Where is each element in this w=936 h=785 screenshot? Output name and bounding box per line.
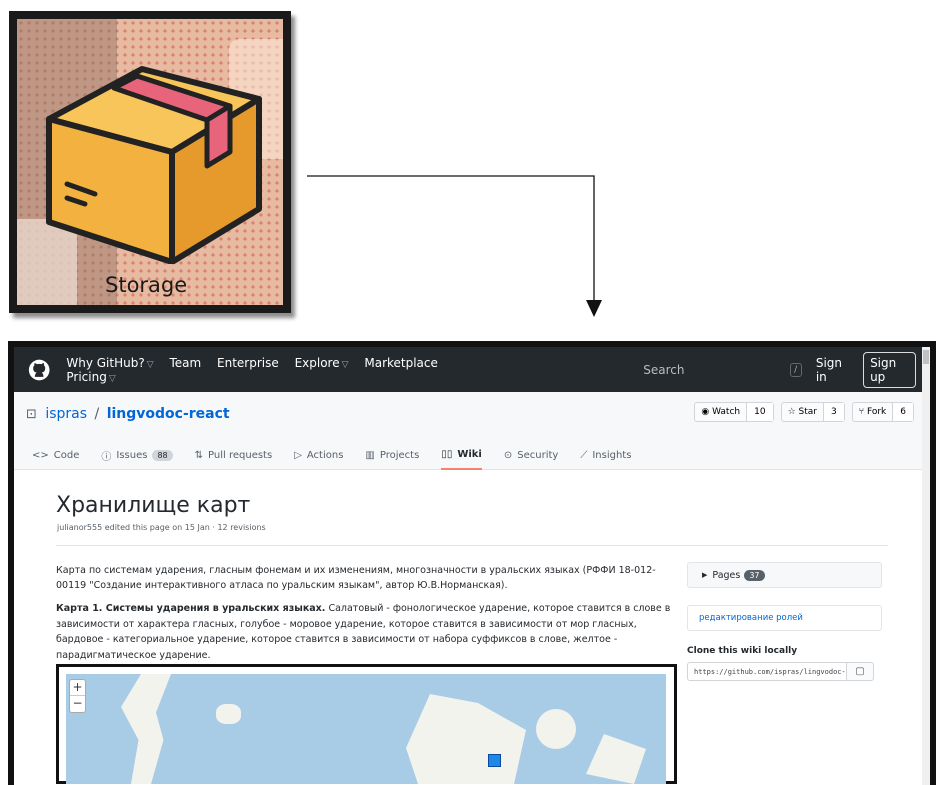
clone-row: https://github.com/ispras/lingvodoc-reac… <box>687 662 882 681</box>
map-land <box>216 704 241 724</box>
shield-icon: ⊙ <box>503 449 513 461</box>
github-header: Why GitHub? ▽ Team Enterprise Explore ▽ Ma… <box>14 347 930 392</box>
header-nav: Why GitHub? ▽ Team Enterprise Explore ▽ Ma… <box>66 356 452 384</box>
watch-button[interactable]: ◉ Watch 10 <box>694 402 774 422</box>
repo-slash: / <box>94 406 100 422</box>
map-land <box>586 734 646 784</box>
zoom-out-button[interactable]: − <box>70 696 85 712</box>
map1-heading: Карта 1. Системы ударения в уральских яз… <box>56 603 326 614</box>
graph-icon: ⟋ <box>580 449 588 461</box>
sign-in-link[interactable]: Sign in <box>816 356 851 384</box>
nav-team[interactable]: Team <box>169 356 201 370</box>
project-icon: ▥ <box>365 449 375 461</box>
search-shortcut-key: / <box>789 362 802 377</box>
intro-paragraph: Карта по системам ударения, гласным фоне… <box>56 565 656 591</box>
tab-wiki[interactable]: ▯▯ Wiki <box>441 440 482 470</box>
page-title: Хранилище карт <box>56 493 251 518</box>
repo-actions: ◉ Watch 10 ☆ Star 3 ⑂ Fork 6 <box>687 402 914 422</box>
nav-why-github[interactable]: Why GitHub? ▽ <box>66 356 153 370</box>
star-icon: ☆ <box>787 407 799 417</box>
clone-heading: Clone this wiki locally <box>687 646 798 656</box>
repo-name-link[interactable]: lingvodoc-react <box>107 406 230 422</box>
copy-clipboard-button[interactable]: ▢ <box>847 662 874 681</box>
chevron-down-icon: ▽ <box>146 359 154 370</box>
search-input[interactable]: Search <box>573 363 684 377</box>
eye-icon: ◉ <box>701 407 713 417</box>
watch-count[interactable]: 10 <box>747 403 773 421</box>
issues-count-badge: 88 <box>152 449 173 461</box>
github-logo-icon[interactable] <box>28 357 50 383</box>
fork-count[interactable]: 6 <box>893 403 913 421</box>
star-button[interactable]: ☆ Star 3 <box>780 402 845 422</box>
wiki-content: Хранилище карт julianor555 edited this p… <box>14 471 930 785</box>
book-icon: ▯▯ <box>441 448 453 460</box>
map-frame: + − <box>56 664 677 784</box>
scrollbar[interactable] <box>922 347 930 785</box>
connector-arrow <box>307 175 602 317</box>
repo-title: ⊡ ispras / lingvodoc-react <box>26 406 230 422</box>
sidebar-link[interactable]: редактирование ролей <box>687 605 882 631</box>
fork-button[interactable]: ⑂ Fork 6 <box>851 402 914 422</box>
tab-issues[interactable]: ⓘ Issues 88 <box>101 440 173 470</box>
repo-header: ⊡ ispras / lingvodoc-react ◉ Watch 10 ☆ … <box>14 392 930 440</box>
clone-url-field[interactable]: https://github.com/ispras/lingvodoc-reac… <box>687 662 847 681</box>
map-land <box>406 694 526 784</box>
map1-paragraph: Карта 1. Системы ударения в уральских яз… <box>56 601 676 663</box>
tab-code[interactable]: <> Code <box>32 440 79 470</box>
browser-window: Why GitHub? ▽ Team Enterprise Explore ▽ Ma… <box>8 341 936 785</box>
map-view[interactable]: + − <box>66 674 666 784</box>
nav-pricing[interactable]: Pricing ▽ <box>66 370 115 384</box>
repo-owner-link[interactable]: ispras <box>45 406 87 422</box>
nav-marketplace[interactable]: Marketplace <box>364 356 438 370</box>
chevron-down-icon: ▽ <box>341 359 349 370</box>
nav-enterprise[interactable]: Enterprise <box>217 356 279 370</box>
page-meta: julianor555 edited this page on 15 Jan ·… <box>57 523 266 532</box>
tab-insights[interactable]: ⟋ Insights <box>580 440 631 470</box>
clipboard-icon: ▢ <box>855 666 865 677</box>
map-region-marker[interactable] <box>488 754 501 767</box>
zoom-in-button[interactable]: + <box>70 680 85 696</box>
map-land <box>536 709 576 749</box>
repo-icon: ⊡ <box>26 407 37 422</box>
chevron-down-icon: ▽ <box>108 373 116 384</box>
tab-pull-requests[interactable]: ⇅ Pull requests <box>195 440 273 470</box>
map-zoom-control: + − <box>69 679 86 713</box>
code-icon: <> <box>32 449 49 461</box>
tab-projects[interactable]: ▥ Projects <box>365 440 419 470</box>
play-icon: ▷ <box>294 449 302 461</box>
star-count[interactable]: 3 <box>823 403 844 421</box>
tab-security[interactable]: ⊙ Security <box>504 440 558 470</box>
fork-icon: ⑂ <box>858 407 867 417</box>
divider <box>56 545 888 546</box>
pull-request-icon: ⇅ <box>194 449 204 461</box>
triangle-right-icon: ▶ <box>702 571 708 579</box>
nav-explore[interactable]: Explore ▽ <box>295 356 349 370</box>
tab-actions[interactable]: ▷ Actions <box>294 440 343 470</box>
pages-count-badge: 37 <box>744 569 765 581</box>
issue-icon: ⓘ <box>101 451 112 463</box>
github-wiki-page: Why GitHub? ▽ Team Enterprise Explore ▽ Ma… <box>14 347 930 785</box>
map-land <box>121 674 171 784</box>
pages-toggle[interactable]: ▶ Pages 37 <box>687 562 882 588</box>
repo-tabs: <> Code ⓘ Issues 88 ⇅ Pull requests ▷ Actions… <box>14 440 930 470</box>
wiki-sidebar: ▶ Pages 37 редактирование ролей Clone th… <box>687 562 882 681</box>
sign-up-button[interactable]: Sign up <box>863 351 916 388</box>
